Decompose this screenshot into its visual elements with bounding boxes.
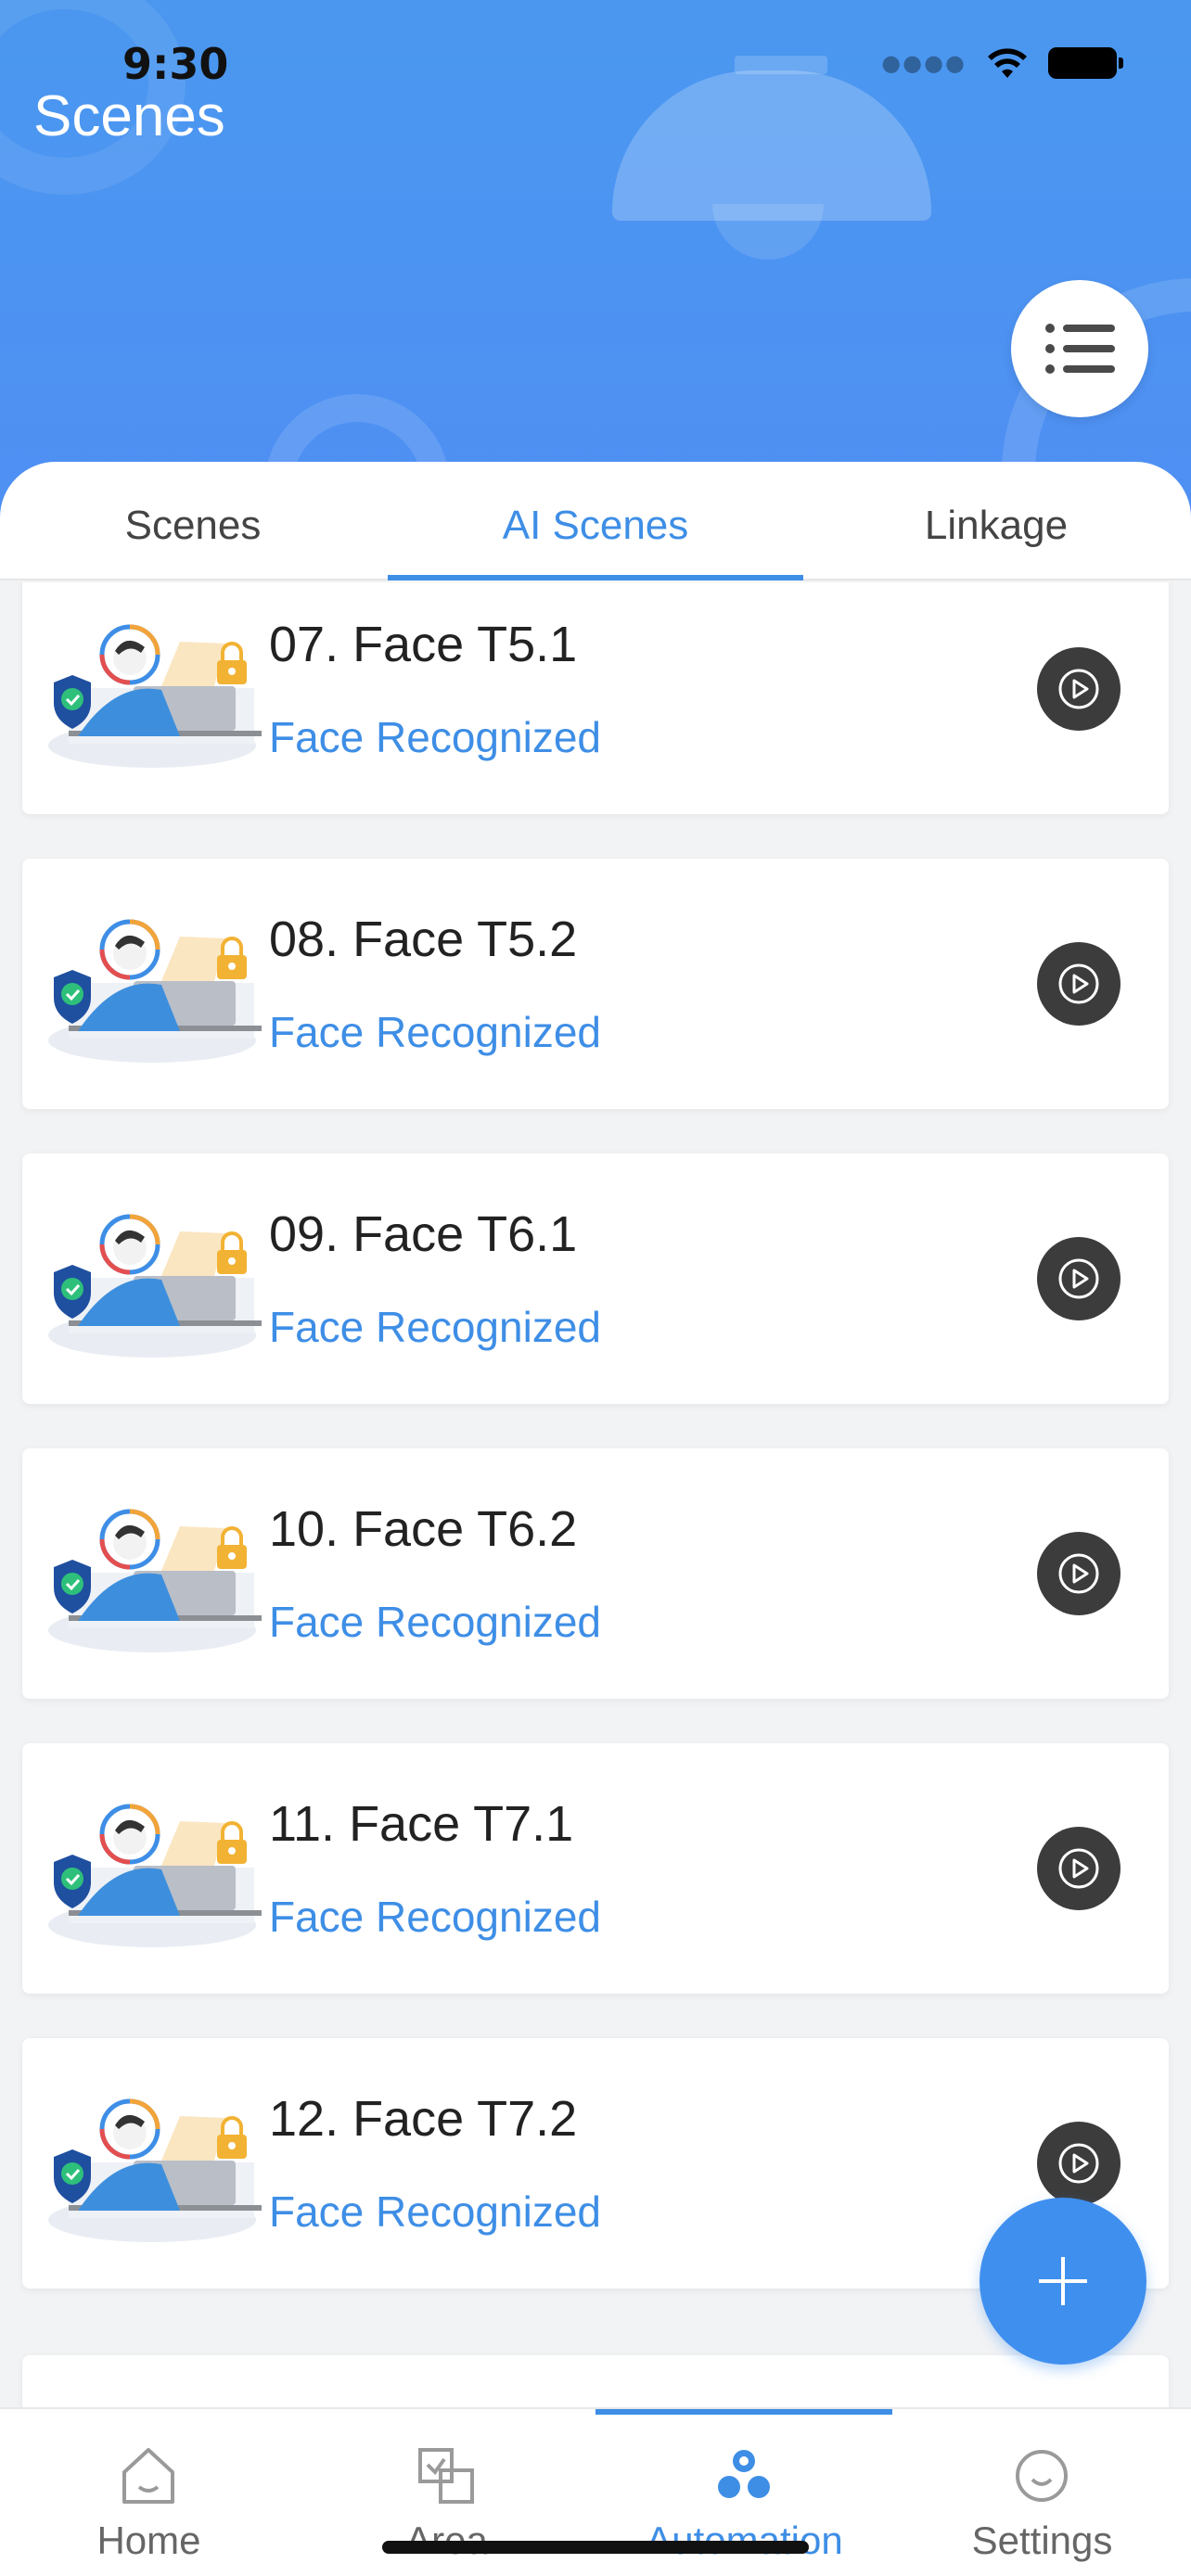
scene-title: 09. Face T6.1 [269,1206,578,1262]
play-icon [1057,667,1101,711]
play-icon [1057,1846,1101,1891]
add-scene-button[interactable] [980,2198,1146,2365]
face-recognition-thumbnail [41,1196,263,1363]
run-scene-button[interactable] [1037,942,1121,1026]
settings-icon [1016,2450,1068,2502]
nav-home[interactable]: Home [0,2422,298,2570]
home-icon [122,2448,174,2504]
tab-linkage[interactable]: Linkage [876,503,1117,549]
face-recognition-thumbnail [41,1786,263,1953]
tab-bar: Scenes AI Scenes Linkage [0,462,1191,580]
scene-title: 11. Face T7.1 [269,1796,574,1852]
play-icon [1057,962,1101,1006]
face-recognition-thumbnail [41,1491,263,1658]
face-recognition-thumbnail [41,2081,263,2248]
scene-trigger: Face Recognized [269,1008,601,1056]
header-banner: 9:30 ●●●● Scenes [0,0,1191,519]
status-time: 9:30 [122,39,229,89]
tab-scenes[interactable]: Scenes [82,503,304,549]
page-title: Scenes [33,84,225,148]
tab-ai-scenes[interactable]: AI Scenes [438,503,753,549]
run-scene-button[interactable] [1037,1237,1121,1320]
scene-card[interactable]: 10. Face T6.2 Face Recognized [22,1448,1169,1699]
run-scene-button[interactable] [1037,647,1121,731]
scene-trigger: Face Recognized [269,1303,601,1351]
nav-settings-label: Settings [971,2519,1113,2562]
scene-card[interactable]: 09. Face T6.1 Face Recognized [22,1154,1169,1404]
play-icon [1057,1256,1101,1301]
scene-trigger: Face Recognized [269,1598,601,1646]
run-scene-button[interactable] [1037,1532,1121,1615]
scene-title: 07. Face T5.1 [269,617,578,672]
list-item-partial [22,2355,1169,2407]
nav-settings[interactable]: Settings [893,2422,1191,2570]
play-icon [1057,1551,1101,1596]
scene-card[interactable]: 11. Face T7.1 Face Recognized [22,1743,1169,1994]
nav-active-indicator [596,2409,892,2415]
lamp-illustration [712,204,824,260]
nav-home-label: Home [96,2519,201,2562]
scene-title: 08. Face T5.2 [269,912,578,967]
face-recognition-thumbnail [41,901,263,1068]
list-icon [1045,324,1115,374]
scene-list[interactable]: 07. Face T5.1 Face Recognized 08. Face T… [0,582,1191,2407]
active-tab-indicator [388,575,803,580]
scene-trigger: Face Recognized [269,713,601,761]
automation-icon [718,2450,770,2498]
face-recognition-thumbnail [41,606,263,773]
area-icon [418,2448,474,2504]
home-indicator [382,2541,809,2554]
run-scene-button[interactable] [1037,1827,1121,1910]
scene-title: 10. Face T6.2 [269,1501,578,1557]
scene-title: 12. Face T7.2 [269,2091,578,2147]
scene-card[interactable]: 08. Face T5.2 Face Recognized [22,859,1169,1109]
run-scene-button[interactable] [1037,2122,1121,2205]
signal-icon: ●●●● [881,50,967,76]
wifi-icon [988,48,1027,78]
list-menu-button[interactable] [1011,280,1148,417]
scene-trigger: Face Recognized [269,1893,601,1941]
status-icons: ●●●● [881,46,1123,80]
lamp-illustration [612,70,931,221]
play-icon [1057,2141,1101,2186]
scene-trigger: Face Recognized [269,2187,601,2236]
scene-card[interactable]: 07. Face T5.1 Face Recognized [22,582,1169,814]
battery-icon [1048,47,1123,79]
plus-icon [1039,2257,1087,2305]
